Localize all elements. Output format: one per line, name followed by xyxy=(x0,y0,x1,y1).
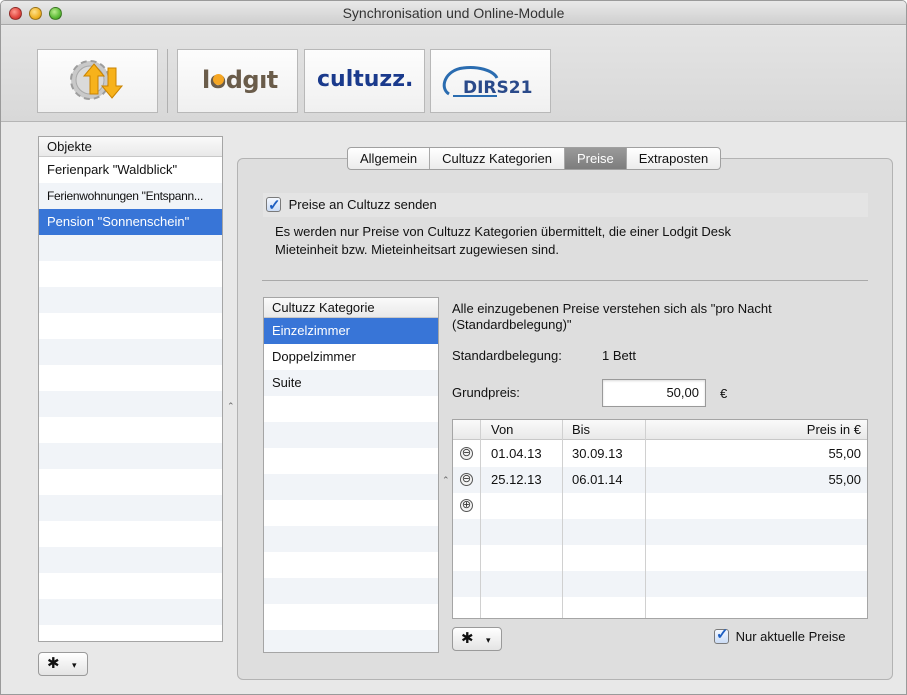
tab-bar: Allgemein Cultuzz Kategorien Preise Extr… xyxy=(347,147,722,170)
only-current-prices-label: Nur aktuelle Preise xyxy=(735,629,846,644)
only-current-prices-checkbox[interactable] xyxy=(714,626,729,644)
category-list[interactable]: Cultuzz Kategorie Einzelzimmer Doppelzim… xyxy=(263,297,439,653)
price-table[interactable]: Von Bis Preis in € ⊖ 01.04.13 30.09.13 5… xyxy=(452,419,868,619)
tab-allgemein[interactable]: Allgemein xyxy=(348,148,431,169)
app-window: Synchronisation und Online-Module lodgıt… xyxy=(0,0,907,695)
base-price-label: Grundpreis: xyxy=(452,385,520,400)
table-row-add[interactable]: ⊕ xyxy=(453,493,867,519)
dirs21-logo-text: DIRS21 xyxy=(463,78,533,98)
currency-label: € xyxy=(720,386,728,401)
objects-list[interactable]: Objekte Ferienpark "Waldblick" Ferienwoh… xyxy=(38,136,223,642)
standard-occupancy-label: Standardbelegung: xyxy=(452,348,562,363)
remove-row-icon[interactable]: ⊖ xyxy=(460,473,473,486)
toolbar: lodgıt cultuzz. DIRS21 xyxy=(1,26,906,122)
tab-cultuzz-kategorien[interactable]: Cultuzz Kategorien xyxy=(430,148,565,169)
gear-icon: ✱ xyxy=(461,630,474,647)
column-bis[interactable]: Bis xyxy=(572,420,590,440)
object-item-waldblick[interactable]: Ferienpark "Waldblick" xyxy=(39,157,222,183)
category-item-doppelzimmer[interactable]: Doppelzimmer xyxy=(264,344,438,370)
chevron-down-icon: ▾ xyxy=(486,635,491,645)
toolbar-separator xyxy=(167,49,168,113)
send-prices-label: Preise an Cultuzz senden xyxy=(288,197,437,212)
sidebar-action-menu-button[interactable]: ✱ ▾ xyxy=(38,652,88,676)
lodgit-dot-icon xyxy=(213,74,224,85)
category-item-einzelzimmer[interactable]: Einzelzimmer xyxy=(264,318,438,344)
add-row-icon[interactable]: ⊕ xyxy=(460,499,473,512)
object-item-sonnenschein[interactable]: Pension "Sonnenschein" xyxy=(39,209,222,235)
table-row[interactable]: ⊖ 25.12.13 06.01.14 55,00 xyxy=(453,467,867,493)
price-info-text: Alle einzugebenen Preise verstehen sich … xyxy=(452,301,772,332)
gear-icon: ✱ xyxy=(47,655,60,672)
sync-toolbar-button[interactable] xyxy=(37,49,158,113)
objects-list-header[interactable]: Objekte xyxy=(39,137,222,157)
window-title: Synchronisation und Online-Module xyxy=(342,5,565,21)
category-item-suite[interactable]: Suite xyxy=(264,370,438,396)
table-row[interactable]: ⊖ 01.04.13 30.09.13 55,00 xyxy=(453,441,867,467)
category-list-header[interactable]: Cultuzz Kategorie xyxy=(264,298,438,318)
cultuzz-logo: cultuzz. xyxy=(317,67,414,92)
price-table-header: Von Bis Preis in € xyxy=(453,420,867,440)
remove-row-icon[interactable]: ⊖ xyxy=(460,447,473,460)
only-current-prices-row: Nur aktuelle Preise xyxy=(714,626,846,646)
price-action-menu-button[interactable]: ✱ ▾ xyxy=(452,627,502,651)
transfer-note: Es werden nur Preise von Cultuzz Kategor… xyxy=(275,224,731,257)
splitter-handle[interactable]: ⌃ xyxy=(227,401,235,412)
standard-occupancy-value: 1 Bett xyxy=(602,348,636,363)
column-von[interactable]: Von xyxy=(491,420,513,440)
title-bar: Synchronisation und Online-Module xyxy=(1,1,906,25)
send-prices-row: Preise an Cultuzz senden xyxy=(263,193,868,218)
tab-preise[interactable]: Preise xyxy=(564,148,627,169)
section-divider xyxy=(262,280,868,281)
cultuzz-toolbar-button[interactable]: cultuzz. xyxy=(304,49,425,113)
sync-gear-arrows-icon xyxy=(70,60,124,100)
chevron-down-icon: ▾ xyxy=(72,660,77,670)
tab-extraposten[interactable]: Extraposten xyxy=(627,148,720,169)
dirs21-toolbar-button[interactable]: DIRS21 xyxy=(430,49,551,113)
send-prices-checkbox[interactable] xyxy=(266,194,281,218)
object-item-entspannung[interactable]: Ferienwohnungen "Entspann... xyxy=(39,183,222,209)
lodgit-toolbar-button[interactable]: lodgıt xyxy=(177,49,298,113)
column-preis[interactable]: Preis in € xyxy=(807,420,861,440)
splitter-handle-2[interactable]: ⌃ xyxy=(442,475,450,486)
base-price-input[interactable]: 50,00 xyxy=(602,379,706,407)
